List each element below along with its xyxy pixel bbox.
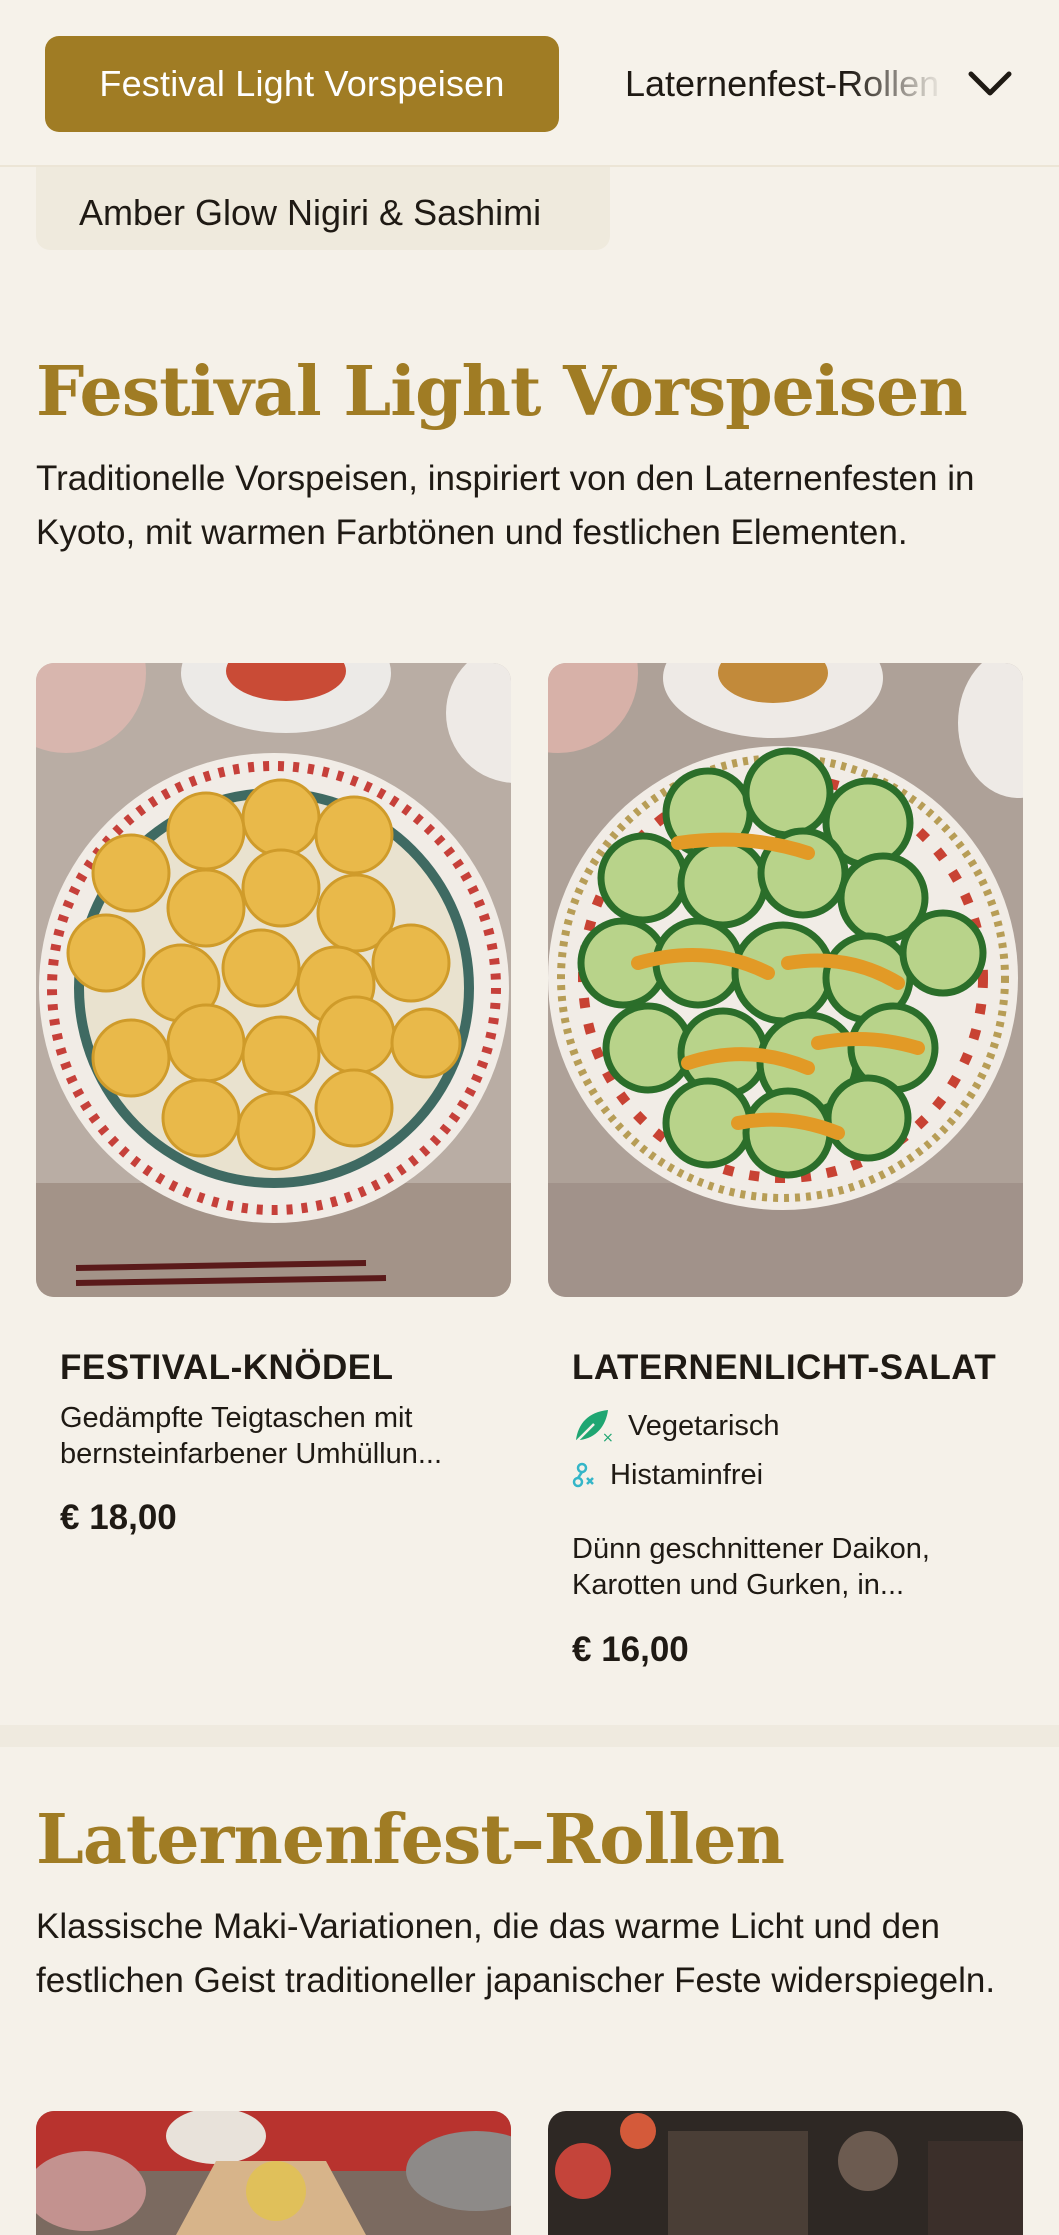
dish-image-salad[interactable] <box>548 663 1023 1297</box>
dish-price: € 16,00 <box>572 1630 689 1669</box>
dietary-tag-label: Histaminfrei <box>610 1458 764 1491</box>
category-pill-laternenfest[interactable]: Laternenfest-Rollen <box>625 36 945 132</box>
section-title: Festival Light Vorspeisen <box>36 352 968 432</box>
dish-price: € 18,00 <box>60 1498 177 1537</box>
section-title: Laternenfest–Rollen <box>36 1800 785 1880</box>
dietary-tag-label: Vegetarisch <box>628 1409 780 1442</box>
vegetarian-leaf-icon: × <box>575 1410 614 1446</box>
dish-image-roll-2[interactable] <box>548 2111 1023 2235</box>
histamine-free-icon <box>572 1462 594 1488</box>
section-description: Klassische Maki-Variationen, die das war… <box>36 1907 996 2000</box>
dietary-tag: Histaminfrei <box>572 1458 763 1492</box>
dish-description: Dünn geschnittener Daikon, Karotten und … <box>572 1533 930 1601</box>
dish-name: FESTIVAL-KNÖDEL <box>60 1348 394 1387</box>
dish-description: Gedämpfte Teigtaschen mit bernsteinfarbe… <box>60 1402 443 1470</box>
svg-text:×: × <box>602 1430 614 1446</box>
section-divider <box>0 1725 1059 1747</box>
category-nav-bar: Festival Light Vorspeisen Laternenfest-R… <box>0 0 1059 167</box>
dish-image-dumplings[interactable] <box>36 663 511 1297</box>
dietary-tag: × Vegetarisch <box>572 1406 780 1446</box>
dish-name: LATERNENLICHT-SALAT <box>572 1348 997 1387</box>
dish-image-roll-1[interactable] <box>36 2111 511 2235</box>
category-pill-festival-light[interactable]: Festival Light Vorspeisen <box>45 36 559 132</box>
section-description: Traditionelle Vorspeisen, inspiriert von… <box>36 459 975 552</box>
chevron-down-icon[interactable] <box>960 54 1020 114</box>
